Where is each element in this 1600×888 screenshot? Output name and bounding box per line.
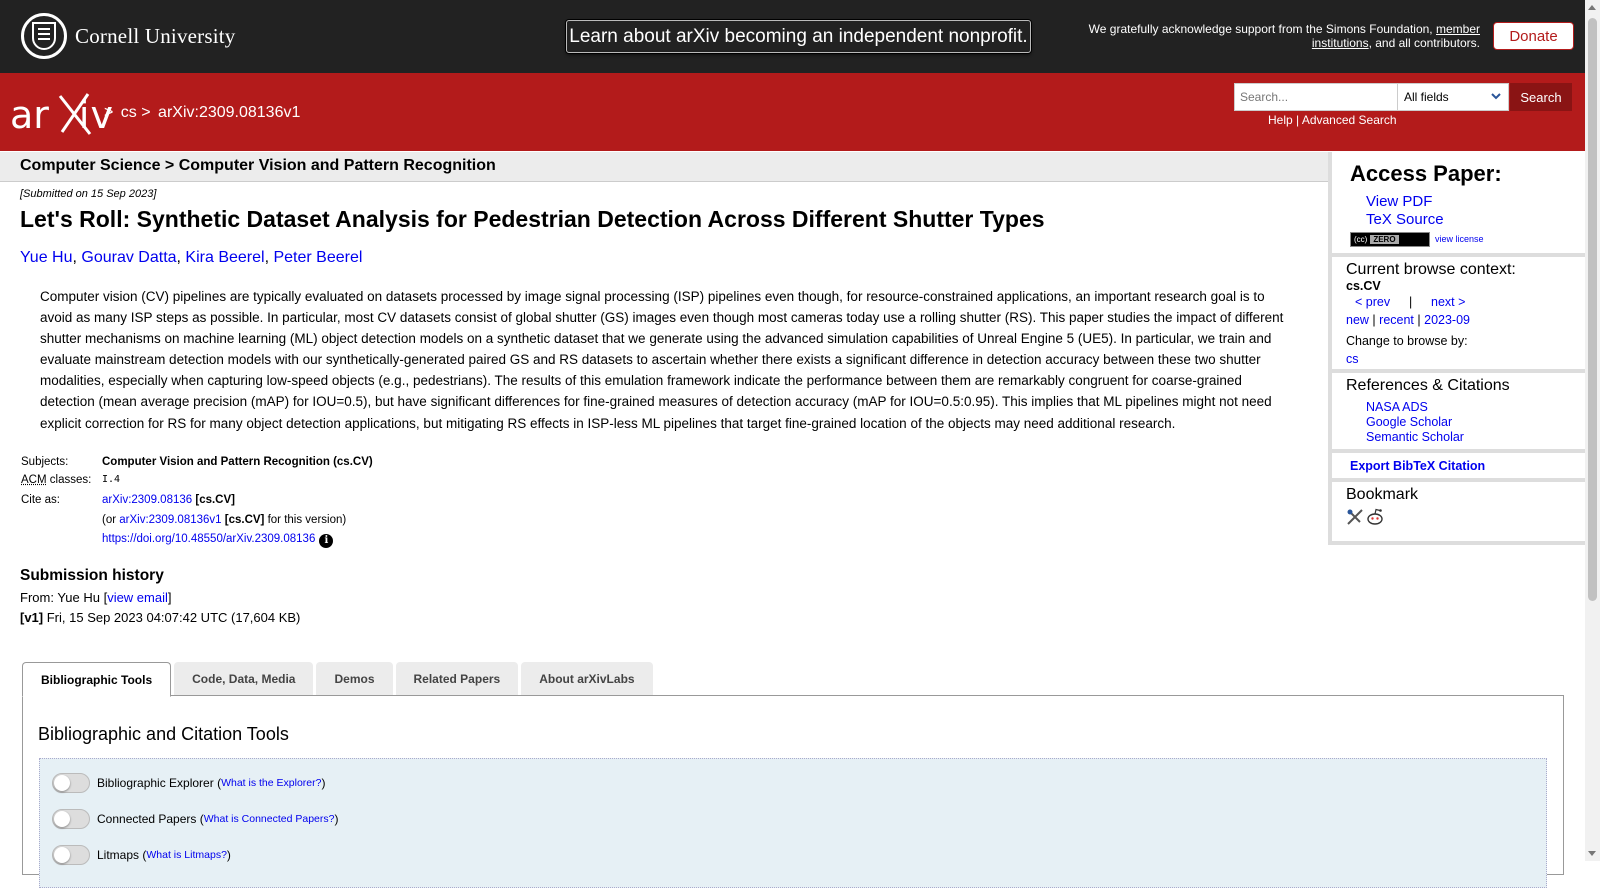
author-link[interactable]: Peter Beerel (273, 249, 362, 266)
subjects-value: Computer Vision and Pattern Recognition … (102, 456, 373, 468)
arxiv-logo[interactable]: ar iv (10, 93, 114, 137)
labs-tabs: Bibliographic Tools Code, Data, Media De… (22, 662, 656, 697)
acm-value: I.4 (102, 474, 121, 485)
litmaps-toggle[interactable] (52, 845, 90, 865)
top-bar: Cornell University Learn about arXiv bec… (0, 0, 1585, 73)
browse-context-value: cs.CV (1346, 279, 1381, 293)
tab-panel: Bibliographic and Citation Tools Bibliog… (22, 695, 1564, 888)
nasa-ads-link[interactable]: NASA ADS (1366, 400, 1428, 414)
cc-icon: (cc) (1354, 235, 1368, 244)
browse-context-block: Current browse context: cs.CV < prev | n… (1332, 257, 1589, 373)
change-browse-label: Change to browse by: (1346, 334, 1468, 348)
tool-row: Litmaps (What is Litmaps?) (52, 845, 231, 865)
arxiv-x-icon (58, 93, 92, 135)
submission-from: From: Yue Hu [view email] (20, 590, 172, 605)
month-link[interactable]: 2023-09 (1424, 313, 1470, 327)
author-link[interactable]: Gourav Datta (81, 249, 176, 266)
tab-about-arxivlabs[interactable]: About arXivLabs (521, 662, 653, 695)
support-acknowledgement: We gratefully acknowledge support from t… (1088, 22, 1480, 50)
tab-demos[interactable]: Demos (316, 662, 393, 695)
search-field-select[interactable]: All fields (1397, 83, 1509, 111)
browse-lists: new | recent | 2023-09 (1346, 313, 1470, 327)
bibliographic-explorer-toggle[interactable] (52, 773, 90, 793)
breadcrumb-paper-id: arXiv:2309.08136v1 (158, 104, 301, 121)
bibtex-block: Export BibTeX Citation (1332, 453, 1589, 482)
author-list: Yue Hu, Gourav Datta, Kira Beerel, Peter… (20, 249, 363, 266)
cite-link[interactable]: arXiv:2309.08136 (102, 494, 192, 506)
access-paper-title: Access Paper: (1350, 161, 1502, 186)
help-link[interactable]: Help (1268, 113, 1293, 127)
tab-bibliographic-tools[interactable]: Bibliographic Tools (22, 662, 172, 697)
bookmark-title: Bookmark (1346, 486, 1419, 503)
reddit-icon[interactable] (1366, 508, 1384, 526)
tool-help-link[interactable]: What is Litmaps? (146, 849, 227, 861)
sidebar: Access Paper: View PDF TeX Source (cc) ZE… (1328, 152, 1589, 545)
tab-code-data-media[interactable]: Code, Data, Media (174, 662, 314, 695)
tab-related-papers[interactable]: Related Papers (395, 662, 519, 695)
submission-history-title: Submission history (20, 567, 164, 584)
scrollbar-thumb[interactable] (1588, 18, 1597, 601)
category-header: Computer Science > Computer Vision and P… (0, 152, 1328, 182)
doi-link[interactable]: https://doi.org/10.48550/arXiv.2309.0813… (102, 533, 315, 545)
new-link[interactable]: new (1346, 313, 1369, 327)
connected-papers-toggle[interactable] (52, 809, 90, 829)
tools-box: Bibliographic Explorer (What is the Expl… (39, 758, 1547, 888)
view-license-link[interactable]: view license (1435, 234, 1484, 244)
category-path: Computer Science > Computer Vision and P… (20, 157, 496, 174)
next-link[interactable]: next > (1431, 295, 1465, 309)
search-input[interactable]: Search... (1234, 83, 1398, 111)
chevron-down-icon (1491, 93, 1501, 100)
cornell-seal-icon (21, 13, 67, 59)
breadcrumb: > cs > arXiv:2309.08136v1 (104, 104, 301, 121)
tools-heading: Bibliographic and Citation Tools (38, 724, 289, 744)
abstract: Computer vision (CV) pipelines are typic… (40, 289, 1284, 431)
submission-date: [Submitted on 15 Sep 2023] (20, 188, 157, 200)
references-title: References & Citations (1346, 377, 1510, 394)
browse-cs-link[interactable]: cs (1346, 352, 1359, 366)
tool-row: Bibliographic Explorer (What is the Expl… (52, 773, 325, 793)
info-icon[interactable]: i (319, 534, 334, 548)
advanced-search-link[interactable]: Advanced Search (1302, 113, 1397, 127)
cornell-logo[interactable]: Cornell University (21, 13, 236, 59)
search-button[interactable]: Search (1510, 83, 1572, 111)
version-v1: [v1] Fri, 15 Sep 2023 04:07:42 UTC (17,6… (20, 610, 301, 625)
references-block: References & Citations NASA ADS Google S… (1332, 373, 1589, 453)
cornell-name: Cornell University (75, 23, 236, 48)
bibsonomy-icon[interactable] (1346, 508, 1364, 526)
recent-link[interactable]: recent (1379, 313, 1414, 327)
page-scrollbar[interactable] (1585, 0, 1600, 861)
prev-link[interactable]: < prev (1355, 295, 1390, 309)
google-scholar-link[interactable]: Google Scholar (1366, 415, 1452, 429)
scroll-down-arrow-icon[interactable] (1588, 851, 1596, 856)
paper-title: Let's Roll: Synthetic Dataset Analysis f… (20, 206, 1045, 232)
view-pdf-link[interactable]: View PDF (1366, 193, 1432, 210)
browse-context-title: Current browse context: (1346, 261, 1516, 278)
author-link[interactable]: Yue Hu (20, 249, 72, 266)
view-email-link[interactable]: view email (107, 590, 168, 605)
cite-version-link[interactable]: arXiv:2309.08136v1 (119, 514, 221, 526)
cc-zero-license-badge[interactable]: (cc) ZERO (1350, 232, 1430, 247)
tool-help-link[interactable]: What is Connected Papers? (204, 813, 335, 825)
semantic-scholar-link[interactable]: Semantic Scholar (1366, 430, 1464, 444)
author-link[interactable]: Kira Beerel (185, 249, 264, 266)
tool-row: Connected Papers (What is Connected Pape… (52, 809, 339, 829)
access-paper-block: Access Paper: View PDF TeX Source (cc) ZE… (1332, 152, 1589, 257)
donate-button[interactable]: Donate (1493, 22, 1574, 50)
scroll-up-arrow-icon[interactable] (1588, 5, 1596, 10)
export-bibtex-link[interactable]: Export BibTeX Citation (1350, 459, 1485, 473)
breadcrumb-cs[interactable]: cs (121, 104, 137, 121)
tex-source-link[interactable]: TeX Source (1366, 211, 1444, 228)
bookmark-block: Bookmark (1332, 482, 1589, 541)
nonprofit-banner-button[interactable]: Learn about arXiv becoming an independen… (566, 20, 1031, 53)
tool-help-link[interactable]: What is the Explorer? (221, 777, 321, 789)
search-links: Help | Advanced Search (1268, 113, 1397, 127)
